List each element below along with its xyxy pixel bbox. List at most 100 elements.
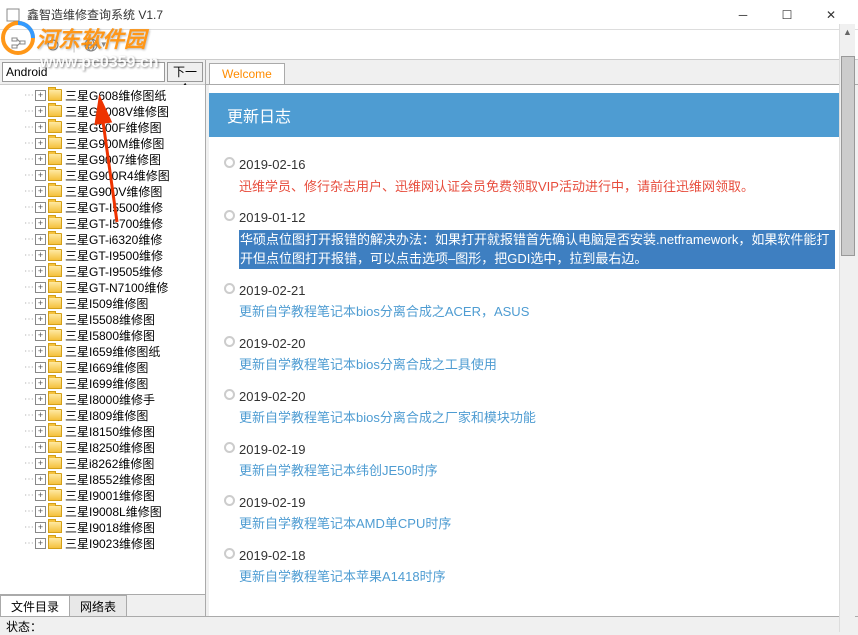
tree-node[interactable]: ⋯+三星G900M维修图 [2, 135, 203, 151]
scroll-up-icon[interactable]: ▲ [840, 24, 855, 40]
tree-node[interactable]: ⋯+三星I9008L维修图 [2, 503, 203, 519]
tree-label: 三星GT-I5500维修 [65, 199, 163, 216]
log-entry: 2019-01-12华硕点位图打开报错的解决办法：如果打开就报错首先确认电脑是否… [209, 204, 855, 277]
tree-node[interactable]: ⋯+三星G9007维修图 [2, 151, 203, 167]
tree-label: 三星I8000维修手 [65, 391, 155, 408]
tree-label: 三星G900M维修图 [65, 135, 164, 152]
section-title: 更新日志 [209, 93, 855, 137]
tab-network[interactable]: 网络表 [69, 595, 127, 616]
log-text[interactable]: 更新自学教程笔记本bios分离合成之ACER，ASUS [239, 302, 835, 322]
tree-label: 三星I9023维修图 [65, 535, 155, 552]
log-entry: 2019-02-21更新自学教程笔记本bios分离合成之ACER，ASUS [209, 277, 855, 330]
tree-label: 三星i8262维修图 [65, 455, 154, 472]
tree-label: 三星GT-I9505维修 [65, 263, 163, 280]
log-date: 2019-02-20 [239, 387, 835, 407]
tree-node[interactable]: ⋯+三星G9008V维修图 [2, 103, 203, 119]
content-tab-welcome[interactable]: Welcome [209, 63, 285, 84]
tree-label: 三星G900V维修图 [65, 183, 162, 200]
tree-node[interactable]: ⋯+三星I8150维修图 [2, 423, 203, 439]
log-entry: 2019-02-18更新自学教程笔记本苹果A1418时序 [209, 542, 855, 595]
log-text[interactable]: 更新自学教程笔记本bios分离合成之厂家和模块功能 [239, 408, 835, 428]
log-text[interactable]: 更新自学教程笔记本苹果A1418时序 [239, 567, 835, 587]
log-date: 2019-02-19 [239, 493, 835, 513]
log-text: 华硕点位图打开报错的解决办法：如果打开就报错首先确认电脑是否安装.netfram… [239, 230, 835, 269]
log-entry: 2019-02-19更新自学教程笔记本AMD单CPU时序 [209, 489, 855, 542]
tree-label: 三星I669维修图 [65, 359, 148, 376]
log-text[interactable]: 更新自学教程笔记本bios分离合成之工具使用 [239, 355, 835, 375]
toolbar-globe-icon[interactable]: ▼ [80, 32, 110, 58]
tree-node[interactable]: ⋯+三星I699维修图 [2, 375, 203, 391]
minimize-button[interactable]: ─ [721, 1, 765, 29]
tree-node[interactable]: ⋯+三星I8000维修手 [2, 391, 203, 407]
tree-node[interactable]: ⋯+三星I8250维修图 [2, 439, 203, 455]
statusbar: 状态： [0, 616, 858, 635]
tree-label: 三星I8150维修图 [65, 423, 155, 440]
log-entry: 2019-02-19更新自学教程笔记本纬创JE50时序 [209, 436, 855, 489]
tree-node[interactable]: ⋯+三星i8262维修图 [2, 455, 203, 471]
tree-node[interactable]: ⋯+三星I5508维修图 [2, 311, 203, 327]
search-bar: 下一个 [0, 60, 205, 85]
tree-label: 三星I9018维修图 [65, 519, 155, 536]
tree-node[interactable]: ⋯+三星GT-I9500维修 [2, 247, 203, 263]
tree-node[interactable]: ⋯+三星I809维修图 [2, 407, 203, 423]
maximize-button[interactable]: ☐ [765, 1, 809, 29]
window-title: 鑫智造维修查询系统 V1.7 [27, 6, 721, 23]
sidebar-tabs: 文件目录 网络表 [0, 594, 205, 616]
tree-label: 三星G608维修图纸 [65, 87, 166, 104]
tree-label: 三星GT-I9500维修 [65, 247, 163, 264]
content-area: Welcome 更新日志 2019-02-16迅维学员、修行杂志用户、迅维网认证… [206, 60, 858, 616]
tab-files[interactable]: 文件目录 [0, 595, 70, 616]
tree-label: 三星GT-I5700维修 [65, 215, 163, 232]
tree-label: 三星I809维修图 [65, 407, 148, 424]
toolbar-circle-icon[interactable] [38, 32, 68, 58]
tree-node[interactable]: ⋯+三星I659维修图纸 [2, 343, 203, 359]
scrollbar[interactable]: ▲ [839, 24, 855, 632]
search-next-button[interactable]: 下一个 [167, 62, 203, 82]
search-input[interactable] [2, 62, 165, 82]
tree-label: 三星I5800维修图 [65, 327, 155, 344]
tree-node[interactable]: ⋯+三星GT-I9505维修 [2, 263, 203, 279]
tree-node[interactable]: ⋯+三星G900V维修图 [2, 183, 203, 199]
content-body: 更新日志 2019-02-16迅维学员、修行杂志用户、迅维网认证会员免费领取VI… [209, 85, 855, 616]
log-text: 迅维学员、修行杂志用户、迅维网认证会员免费领取VIP活动进行中，请前往迅维网领取… [239, 177, 835, 197]
app-icon [5, 7, 21, 23]
tree-label: 三星I8250维修图 [65, 439, 155, 456]
tree-node[interactable]: ⋯+三星I9018维修图 [2, 519, 203, 535]
tree-label: 三星G9007维修图 [65, 151, 161, 168]
toolbar-tree-icon[interactable] [4, 32, 34, 58]
tree-node[interactable]: ⋯+三星GT-i6320维修 [2, 231, 203, 247]
tree-label: 三星I699维修图 [65, 375, 148, 392]
log-date: 2019-02-20 [239, 334, 835, 354]
tree-label: 三星I659维修图纸 [65, 343, 160, 360]
tree-node[interactable]: ⋯+三星I669维修图 [2, 359, 203, 375]
file-tree[interactable]: ⋯+三星G608维修图纸⋯+三星G9008V维修图⋯+三星G900F维修图⋯+三… [0, 85, 205, 594]
log-date: 2019-02-21 [239, 281, 835, 301]
tree-node[interactable]: ⋯+三星I8552维修图 [2, 471, 203, 487]
tree-label: 三星G900R4维修图 [65, 167, 170, 184]
tree-node[interactable]: ⋯+三星G900R4维修图 [2, 167, 203, 183]
log-entry: 2019-02-20更新自学教程笔记本bios分离合成之厂家和模块功能 [209, 383, 855, 436]
log-date: 2019-02-19 [239, 440, 835, 460]
tree-label: 三星I5508维修图 [65, 311, 155, 328]
log-entry: 2019-02-16迅维学员、修行杂志用户、迅维网认证会员免费领取VIP活动进行… [209, 151, 855, 204]
tree-label: 三星GT-i6320维修 [65, 231, 162, 248]
tree-label: 三星I9008L维修图 [65, 503, 162, 520]
titlebar: 鑫智造维修查询系统 V1.7 ─ ☐ ✕ [0, 0, 858, 30]
tree-node[interactable]: ⋯+三星I9023维修图 [2, 535, 203, 551]
tree-node[interactable]: ⋯+三星G900F维修图 [2, 119, 203, 135]
tree-label: 三星I8552维修图 [65, 471, 155, 488]
tree-node[interactable]: ⋯+三星G608维修图纸 [2, 87, 203, 103]
tree-node[interactable]: ⋯+三星GT-N7100维修 [2, 279, 203, 295]
status-label: 状态： [6, 618, 42, 635]
tree-node[interactable]: ⋯+三星I9001维修图 [2, 487, 203, 503]
log-date: 2019-01-12 [239, 208, 835, 228]
tree-node[interactable]: ⋯+三星I5800维修图 [2, 327, 203, 343]
tree-node[interactable]: ⋯+三星GT-I5700维修 [2, 215, 203, 231]
log-text[interactable]: 更新自学教程笔记本AMD单CPU时序 [239, 514, 835, 534]
tree-node[interactable]: ⋯+三星GT-I5500维修 [2, 199, 203, 215]
log-text[interactable]: 更新自学教程笔记本纬创JE50时序 [239, 461, 835, 481]
tree-label: 三星I9001维修图 [65, 487, 155, 504]
scroll-thumb[interactable] [841, 56, 855, 256]
tree-node[interactable]: ⋯+三星I509维修图 [2, 295, 203, 311]
tree-label: 三星G9008V维修图 [65, 103, 169, 120]
